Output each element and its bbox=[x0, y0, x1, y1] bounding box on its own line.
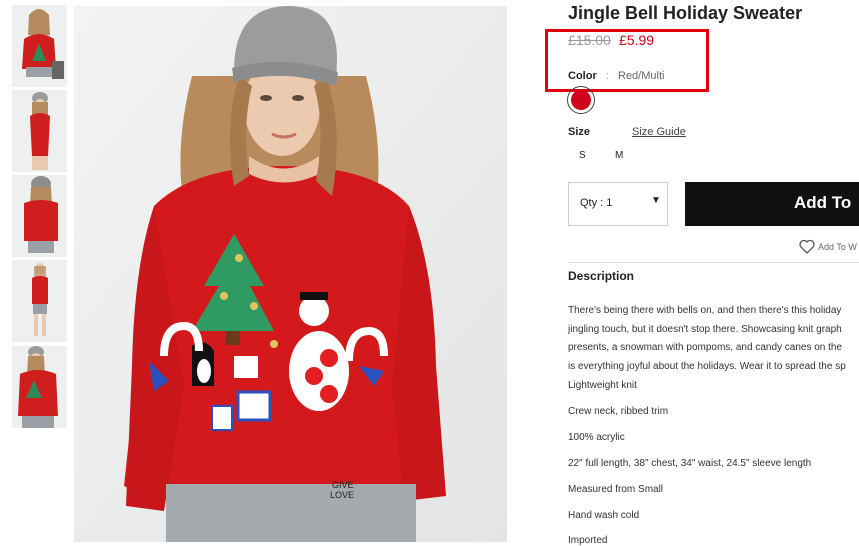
thumbnail-1[interactable] bbox=[12, 5, 67, 87]
product-title: Jingle Bell Holiday Sweater bbox=[568, 3, 803, 23]
detail-item: Crew neck, ribbed trim bbox=[568, 406, 669, 417]
description-text: There's being there with bells on, and t… bbox=[568, 302, 859, 376]
size-guide-link[interactable]: Size Guide bbox=[632, 126, 686, 138]
size-option-s[interactable]: S bbox=[579, 150, 586, 161]
thumbnail-3[interactable] bbox=[12, 175, 67, 257]
heart-icon[interactable] bbox=[799, 239, 815, 259]
thumbnail-5[interactable] bbox=[12, 346, 67, 428]
description-line: There's being there with bells on, and t… bbox=[568, 305, 842, 316]
pants-print: GIVE LOVE bbox=[330, 480, 354, 500]
detail-item: Measured from Small bbox=[568, 484, 664, 495]
add-to-bag-button[interactable]: Add To bbox=[685, 182, 859, 226]
divider bbox=[568, 262, 859, 263]
description-line: jingling touch, but it doesn't stop ther… bbox=[568, 323, 842, 335]
description-line: presents, a snowman with pompoms, and ca… bbox=[568, 342, 843, 353]
quantity-value: Qty : 1 bbox=[580, 197, 613, 209]
detail-item: 22" full length, 38" chest, 34" waist, 2… bbox=[568, 458, 812, 469]
add-button-label: Add To bbox=[794, 193, 852, 212]
thumbnail-4[interactable] bbox=[12, 260, 67, 342]
detail-item: 100% acrylic bbox=[568, 432, 625, 443]
quantity-select[interactable]: Qty : 1 ▼ bbox=[568, 182, 668, 226]
color-swatch-red-multi[interactable] bbox=[567, 86, 595, 114]
description-heading: Description bbox=[568, 269, 635, 283]
swatch-fill bbox=[571, 90, 591, 110]
detail-item: Lightweight knit bbox=[568, 380, 637, 391]
add-to-wishlist-link[interactable]: Add To W bbox=[818, 242, 857, 252]
detail-item: Hand wash cold bbox=[568, 510, 640, 521]
detail-item: Imported bbox=[568, 535, 608, 546]
thumbnail-2[interactable] bbox=[12, 90, 67, 172]
chevron-down-icon: ▼ bbox=[651, 195, 661, 206]
size-label: Size bbox=[568, 126, 591, 138]
main-product-image[interactable]: GIVE LOVE bbox=[74, 6, 507, 542]
annotation-highlight-box bbox=[545, 29, 709, 92]
description-line: is everything joyful about the holidays.… bbox=[568, 360, 846, 372]
size-option-m[interactable]: M bbox=[615, 150, 623, 161]
